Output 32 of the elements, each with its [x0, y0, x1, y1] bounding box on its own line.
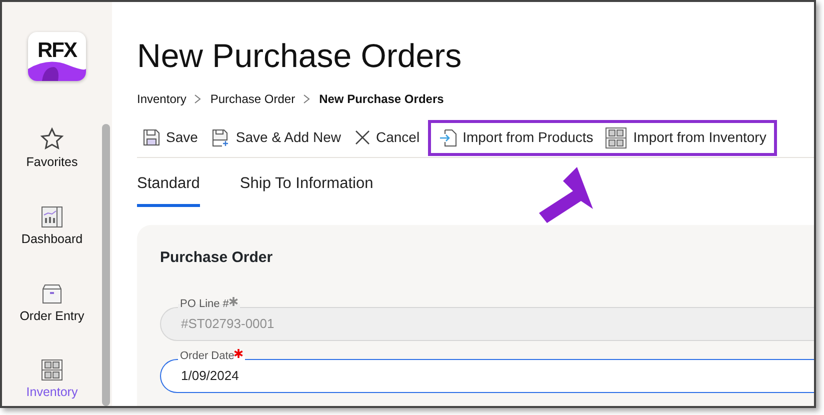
- tab[interactable]: Standard: [137, 170, 200, 207]
- save-button[interactable]: Save: [137, 123, 204, 152]
- tab[interactable]: Ship To Information: [240, 170, 374, 207]
- page-title: New Purchase Orders: [137, 38, 463, 74]
- sidebar-item[interactable]: Favorites: [2, 123, 102, 176]
- chevron-icon: [194, 94, 202, 104]
- close-icon: [354, 130, 370, 146]
- cancel-button[interactable]: Cancel: [348, 123, 426, 152]
- breadcrumb-link[interactable]: Purchase Order: [210, 90, 296, 108]
- sidebar-item[interactable]: Order Entry: [2, 278, 102, 330]
- box-icon: [41, 282, 63, 304]
- save-add-icon: [212, 128, 230, 147]
- sidebar-item[interactable]: Dashboard: [2, 202, 102, 252]
- chevron-icon: [303, 94, 312, 104]
- toolbar-button[interactable]: Save & Add New: [206, 123, 347, 152]
- star-icon: [40, 127, 64, 151]
- dashboard-icon: [41, 206, 63, 228]
- card-title: Purchase Order: [160, 248, 274, 267]
- breadcrumb-current: New Purchase Orders: [319, 91, 444, 108]
- required-icon: [228, 296, 238, 306]
- shelves-icon: [41, 359, 63, 382]
- field-label: PO Line #: [180, 298, 229, 310]
- required-icon: [234, 348, 244, 358]
- breadcrumb-link[interactable]: Inventory: [137, 90, 186, 108]
- toolbar-button[interactable]: Import from Products: [432, 122, 600, 153]
- logo: RFX: [28, 32, 86, 81]
- scrollbar[interactable]: [102, 124, 110, 406]
- toolbar-button[interactable]: Import from Inventory: [599, 122, 772, 153]
- import-icon: [438, 128, 457, 147]
- shelves-icon: [605, 126, 628, 149]
- field-label: Order Date: [180, 350, 234, 362]
- save-icon: [143, 129, 160, 146]
